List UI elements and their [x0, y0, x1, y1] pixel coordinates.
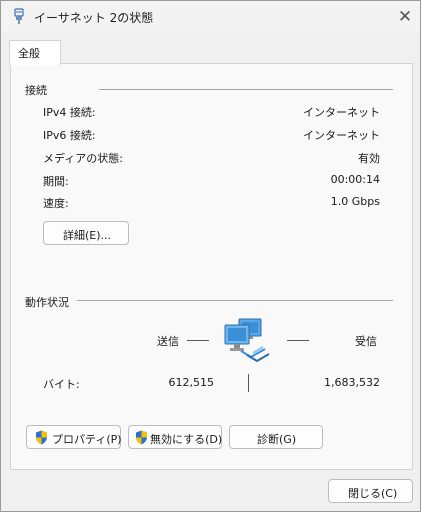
duration-value: 00:00:14: [330, 173, 380, 186]
details-button-label: 詳細(E)...: [63, 229, 112, 242]
media-state-label: メディアの状態:: [43, 152, 123, 165]
connection-group-divider: [99, 89, 393, 90]
dialog-window: イーサネット 2の状態 ✕ 全般 接続 IPv4 接続: インターネット IPv…: [0, 0, 421, 512]
sent-connector-line: [187, 340, 209, 341]
disable-button[interactable]: 無効にする(D): [128, 425, 222, 449]
tab-general-label: 全般: [18, 47, 40, 60]
disable-button-label: 無効にする(D): [150, 433, 223, 446]
tab-general[interactable]: 全般: [9, 40, 61, 65]
ipv4-label: IPv4 接続:: [43, 106, 96, 119]
uac-shield-icon: [136, 430, 147, 445]
bytes-received-value: 1,683,532: [324, 376, 380, 389]
ipv4-value: インターネット: [303, 106, 380, 119]
media-state-value: 有効: [358, 152, 380, 165]
activity-group-divider: [77, 300, 393, 301]
title-bar: イーサネット 2の状態 ✕: [1, 1, 420, 32]
duration-label: 期間:: [43, 175, 69, 188]
ethernet-plug-icon: [14, 8, 24, 24]
details-button[interactable]: 詳細(E)...: [43, 221, 129, 245]
speed-value: 1.0 Gbps: [330, 195, 380, 208]
window-title: イーサネット 2の状態: [34, 11, 154, 25]
diagnose-button-label: 診断(G): [257, 433, 297, 446]
tab-panel-general: [10, 63, 413, 470]
received-connector-line: [287, 340, 309, 341]
close-icon[interactable]: ✕: [395, 7, 415, 27]
close-button[interactable]: 閉じる(C): [328, 479, 413, 503]
ipv6-value: インターネット: [303, 129, 380, 142]
close-button-label: 閉じる(C): [348, 487, 398, 500]
diagnose-button[interactable]: 診断(G): [229, 425, 323, 449]
ipv6-label: IPv6 接続:: [43, 129, 96, 142]
activity-divider: [248, 374, 249, 392]
sent-label: 送信: [157, 335, 179, 348]
bytes-sent-value: 612,515: [168, 376, 215, 389]
uac-shield-icon: [36, 430, 47, 445]
properties-button-label: プロパティ(P): [52, 433, 122, 446]
bytes-label: バイト:: [43, 378, 80, 391]
received-label: 受信: [355, 335, 377, 348]
connection-group-title: 接続: [25, 84, 47, 97]
network-computers-icon: [224, 318, 270, 363]
activity-group-title: 動作状況: [25, 296, 69, 309]
properties-button[interactable]: プロパティ(P): [26, 425, 122, 449]
speed-label: 速度:: [43, 197, 69, 210]
